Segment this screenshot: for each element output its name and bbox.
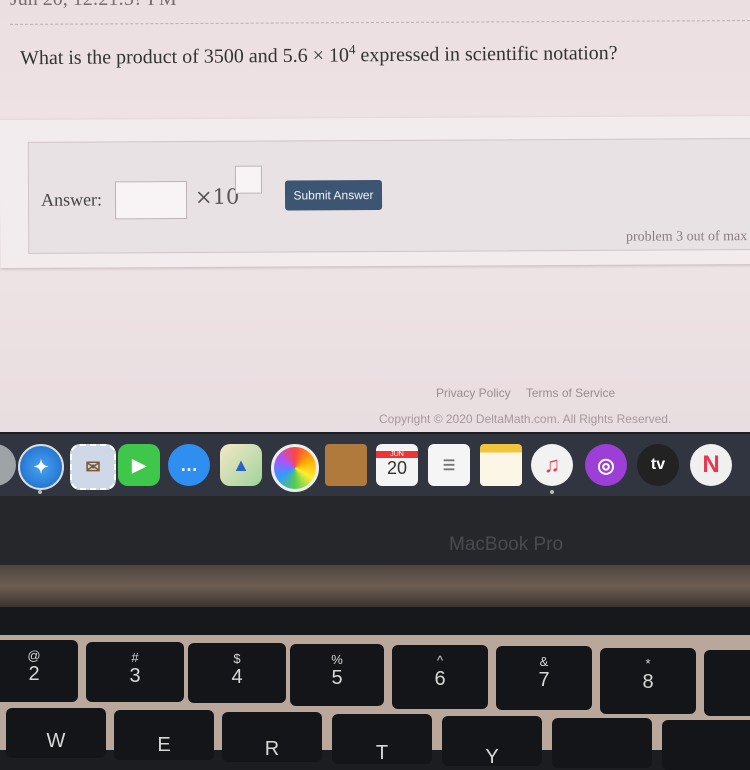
key-7[interactable]: & 7: [496, 646, 592, 710]
problem-count: problem 3 out of max: [625, 229, 748, 245]
podcasts-icon[interactable]: ◎: [585, 444, 627, 486]
facetime-icon[interactable]: ▶: [118, 444, 160, 486]
answer-card: Answer: ×10 Submit Answer problem 3 out …: [0, 116, 750, 268]
key-i[interactable]: [662, 720, 750, 770]
running-indicator: [38, 490, 42, 494]
exponent-input[interactable]: [234, 165, 263, 194]
answer-label: Answer:: [40, 189, 103, 210]
running-indicator: [550, 490, 554, 494]
coefficient-input[interactable]: [114, 181, 188, 220]
key-t[interactable]: T: [332, 714, 432, 764]
question-text: What is the product of 3500 and 5.6 × 10…: [19, 41, 618, 70]
finder-icon[interactable]: [0, 444, 16, 486]
privacy-policy-link[interactable]: Privacy Policy: [436, 386, 511, 400]
reminders-icon[interactable]: ☰: [428, 444, 470, 486]
photos-icon[interactable]: [271, 444, 319, 492]
key-5[interactable]: % 5: [290, 644, 384, 706]
calendar-icon[interactable]: JUN 20: [376, 444, 418, 486]
divider: [10, 20, 750, 25]
key-9[interactable]: [704, 650, 750, 716]
key-y[interactable]: Y: [442, 716, 542, 768]
key-2[interactable]: @2: [0, 640, 78, 702]
copyright-text: Copyright © 2020 DeltaMath.com. All Righ…: [379, 412, 672, 426]
footer-links: Privacy Policy Terms of Service: [436, 386, 627, 400]
timestamp: Jun 20, 12:21:5? PM: [10, 0, 177, 11]
messages-icon[interactable]: …: [168, 444, 210, 486]
laptop-bezel: [0, 496, 750, 568]
laptop-hinge: [0, 565, 750, 607]
maps-icon[interactable]: ▲: [220, 444, 262, 486]
times-ten-label: ×10: [194, 184, 240, 209]
tv-icon[interactable]: tv: [637, 444, 679, 486]
keyboard-top-edge: [0, 607, 750, 635]
key-8[interactable]: * 8: [600, 648, 696, 714]
key-3[interactable]: #3: [86, 642, 184, 702]
contacts-icon[interactable]: [325, 444, 367, 486]
terms-of-service-link[interactable]: Terms of Service: [526, 386, 615, 400]
music-icon[interactable]: ♫: [531, 444, 573, 486]
submit-answer-button[interactable]: Submit Answer: [284, 179, 383, 211]
key-4[interactable]: $4: [188, 643, 286, 703]
key-e[interactable]: E: [114, 710, 214, 760]
mail-icon[interactable]: ✉: [70, 444, 116, 490]
key-u[interactable]: [552, 718, 652, 768]
safari-icon[interactable]: ✦: [18, 444, 64, 490]
notes-icon[interactable]: [480, 444, 522, 486]
brand-label: MacBook Pro: [449, 534, 564, 555]
key-6[interactable]: ^ 6: [392, 645, 488, 709]
news-icon[interactable]: N: [690, 444, 732, 486]
key-r[interactable]: R: [222, 712, 322, 762]
key-w[interactable]: W: [6, 708, 106, 758]
answer-area: Answer: ×10 Submit Answer problem 3 out …: [27, 137, 750, 254]
dock: ✦ ✉ ▶ … ▲ JUN 20 ☰ ♫ ◎ tv N: [0, 434, 750, 496]
browser-screen: Jun 20, 12:21:5? PM What is the product …: [0, 0, 750, 432]
